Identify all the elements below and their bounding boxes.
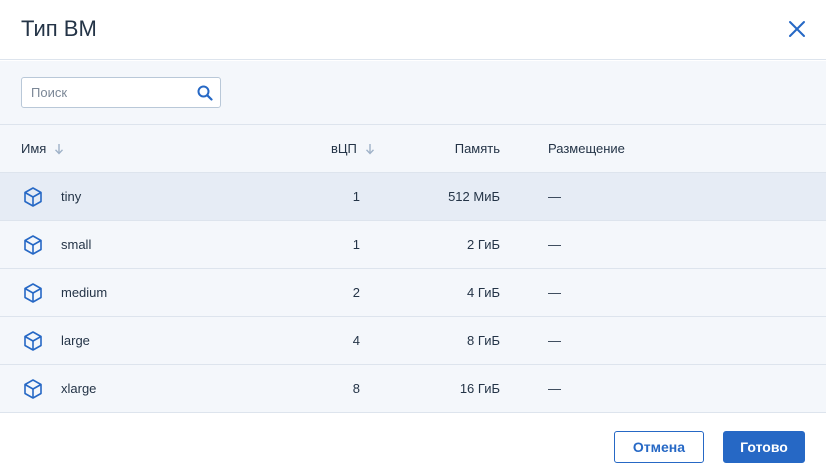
search-icon[interactable] [197, 85, 213, 101]
row-vcpu: 2 [352, 285, 360, 300]
row-memory: 4 ГиБ [467, 285, 500, 300]
close-button[interactable] [784, 16, 810, 42]
row-placement: — [548, 381, 561, 396]
row-name: small [61, 237, 92, 252]
table-row[interactable]: large 4 8 ГиБ — [0, 317, 826, 365]
row-placement: — [548, 189, 561, 204]
column-header-label: Память [454, 141, 500, 156]
column-header-label: Размещение [548, 141, 625, 156]
column-header-name[interactable]: Имя [21, 125, 64, 172]
vm-cube-icon [24, 331, 42, 351]
sort-arrow-down-icon [55, 143, 64, 155]
close-icon [789, 21, 805, 37]
vm-cube-icon [24, 235, 42, 255]
row-placement: — [548, 333, 561, 348]
table-row[interactable]: tiny 1 512 МиБ — [0, 173, 826, 221]
search-box [21, 77, 221, 108]
sort-arrow-down-icon [365, 143, 374, 155]
row-name: tiny [61, 189, 82, 204]
table-row[interactable]: xlarge 8 16 ГиБ — [0, 365, 826, 413]
row-vcpu: 8 [352, 381, 360, 396]
row-name: large [61, 333, 90, 348]
column-header-placement: Размещение [548, 125, 625, 172]
row-vcpu: 1 [352, 237, 360, 252]
dialog-body: Имя вЦП Память Разме [0, 61, 826, 413]
table-row[interactable]: medium 2 4 ГиБ — [0, 269, 826, 317]
row-memory: 8 ГиБ [467, 333, 500, 348]
row-vcpu: 4 [352, 333, 360, 348]
table-body: tiny 1 512 МиБ — small 1 2 ГиБ — medium … [0, 173, 826, 413]
dialog-footer: Отмена Готово [0, 412, 826, 473]
row-placement: — [548, 237, 561, 252]
vm-cube-icon [24, 187, 42, 207]
column-header-label: вЦП [331, 141, 357, 156]
vm-cube-icon [24, 283, 42, 303]
done-button[interactable]: Готово [723, 431, 805, 463]
cancel-button[interactable]: Отмена [614, 431, 704, 463]
vm-cube-icon [24, 379, 42, 399]
column-header-vcpu[interactable]: вЦП [331, 125, 375, 172]
column-header-label: Имя [21, 141, 47, 156]
row-vcpu: 1 [352, 189, 360, 204]
table-row[interactable]: small 1 2 ГиБ — [0, 221, 826, 269]
dialog-title: Тип ВМ [21, 16, 97, 41]
row-name: xlarge [61, 381, 97, 396]
search-input[interactable] [22, 78, 192, 107]
table-header: Имя вЦП Память Размещение [0, 125, 826, 173]
column-header-memory: Память [400, 125, 500, 172]
row-name: medium [61, 285, 108, 300]
row-memory: 16 ГиБ [459, 381, 500, 396]
row-memory: 512 МиБ [448, 189, 500, 204]
vm-type-dialog: Тип ВМ Имя [0, 0, 826, 473]
dialog-header: Тип ВМ [0, 0, 826, 60]
row-memory: 2 ГиБ [467, 237, 500, 252]
vm-type-table: Имя вЦП Память Размещение tiny 1 512 МиБ… [0, 124, 826, 413]
row-placement: — [548, 285, 561, 300]
